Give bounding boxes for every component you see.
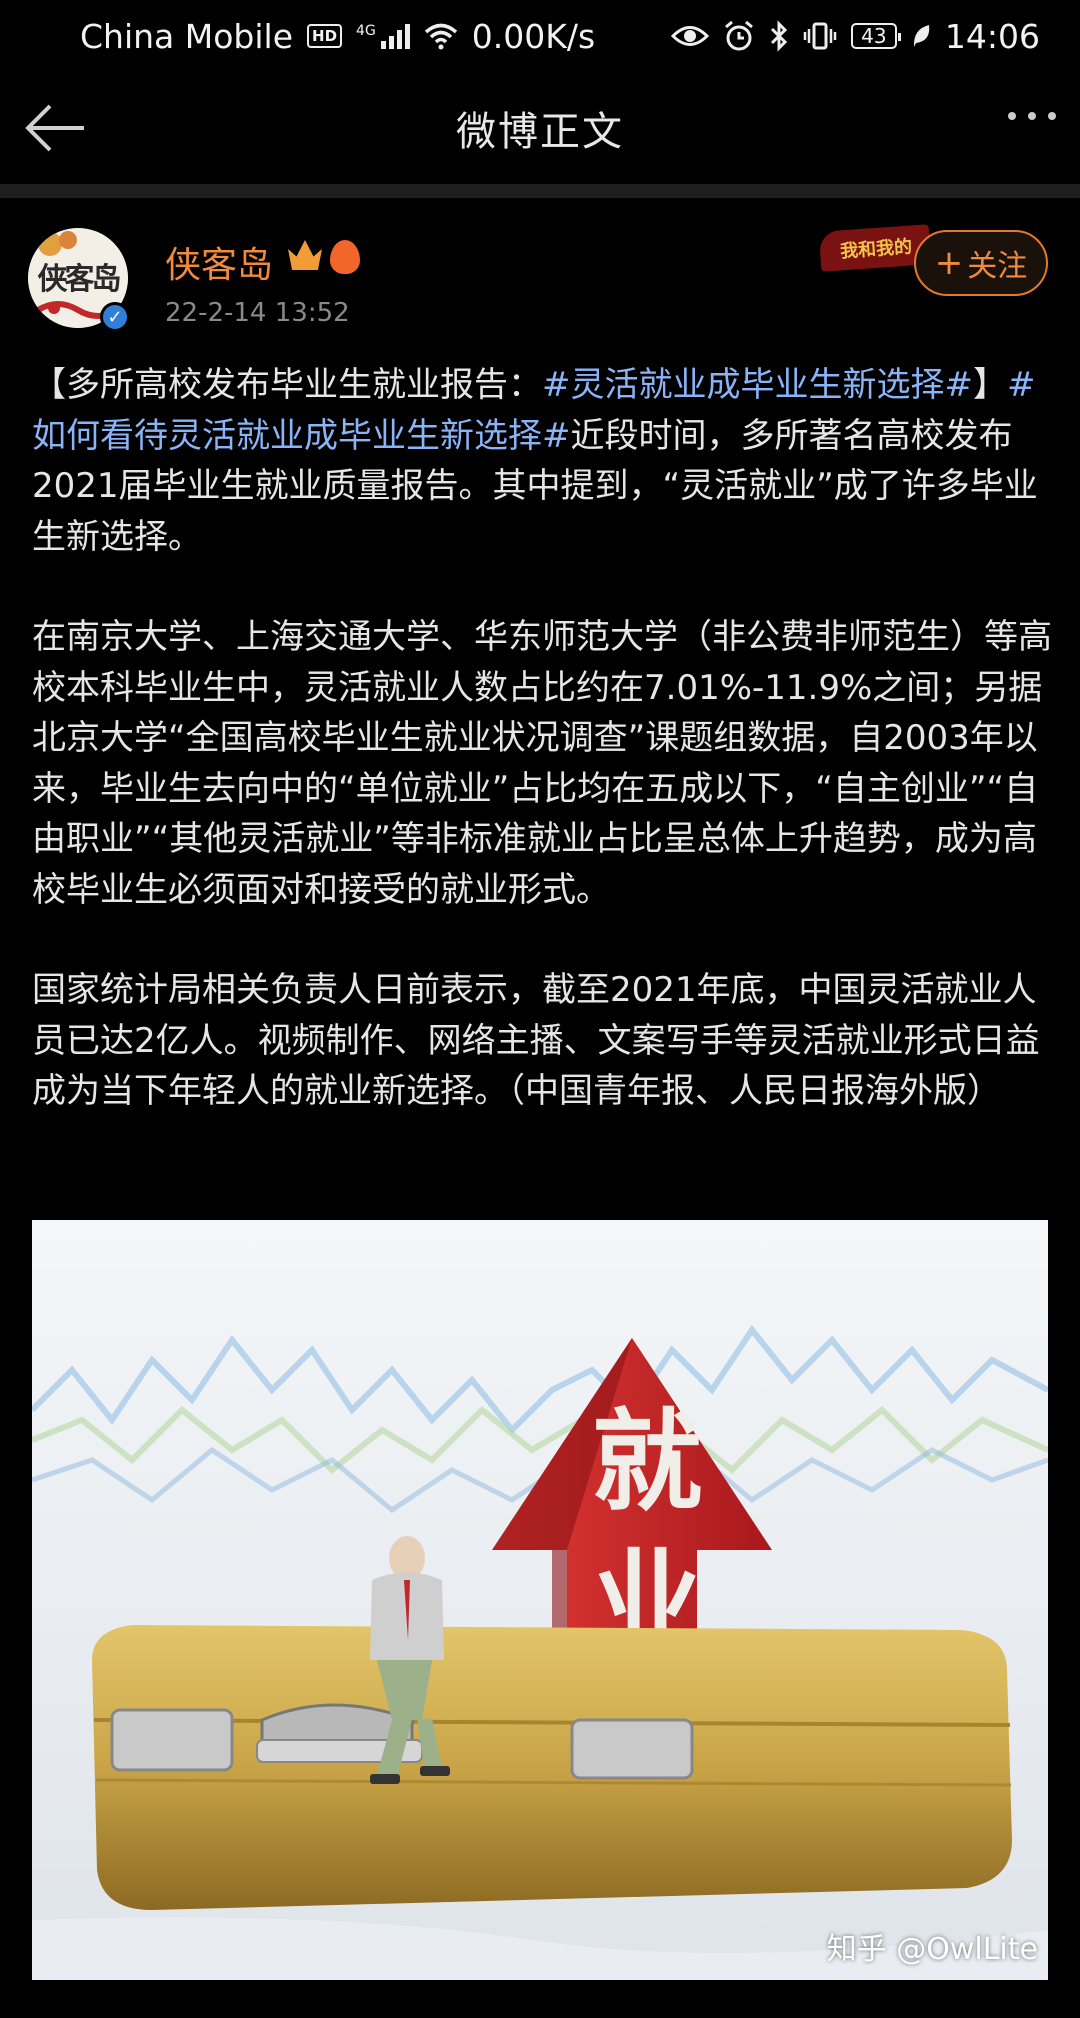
hashtag-link[interactable]: #灵活就业成毕业生新选择# (542, 365, 973, 405)
battery-level: 43 (861, 24, 887, 48)
follow-decoration-text: 我和我的 (839, 236, 913, 263)
follow-button[interactable]: + 关注 (914, 230, 1048, 296)
fire-badge-icon (330, 240, 360, 274)
back-arrow-icon[interactable] (20, 96, 90, 160)
battery-icon: 43 (850, 23, 901, 49)
arrow-char-1: 就 (592, 1397, 702, 1526)
post-paragraph-3: 国家统计局相关负责人日前表示，截至2021年底，中国灵活就业人员已达2亿人。视频… (32, 970, 1040, 1111)
cell-signal-icon: 4G (356, 23, 410, 49)
verified-badge-icon: ✓ (100, 302, 130, 332)
avatar-logo-text: 侠客岛 (37, 262, 122, 297)
clock: 14:06 (944, 16, 1040, 56)
eye-icon (670, 26, 709, 46)
follow-label: 关注 (967, 249, 1028, 284)
post-text: 【多所高校发布毕业生就业报告： (32, 365, 542, 405)
post-text: 】 (972, 365, 1007, 405)
more-options-icon[interactable] (1008, 112, 1056, 120)
bluetooth-icon (770, 20, 788, 52)
alarm-icon (724, 20, 753, 51)
author-header: 侠客岛 ✓ 侠客岛 22-2-14 13:52 我和我的 + 关注 (0, 198, 1080, 348)
plus-icon: + (934, 243, 964, 283)
network-type-label: 4G (356, 23, 376, 39)
author-badges (288, 240, 360, 274)
crown-badge-icon (288, 240, 322, 270)
employment-illustration: 就 业 (32, 1220, 1048, 1980)
header-divider (0, 184, 1080, 198)
post-paragraph-2: 在南京大学、上海交通大学、华东师范大学（非公费非师范生）等高校本科毕业生中，灵活… (32, 617, 1052, 910)
leaf-icon (913, 25, 930, 47)
watermark: 知乎 @OwlLite (826, 1932, 1038, 1967)
status-bar: China Mobile HD 4G 0.00K/s 43 14:06 (0, 0, 1080, 72)
author-name[interactable]: 侠客岛 (165, 236, 273, 288)
page-title: 微博正文 (456, 109, 624, 155)
status-bar-left: China Mobile HD 4G 0.00K/s (80, 17, 595, 56)
vibrate-icon (803, 22, 837, 50)
hd-badge: HD (307, 24, 343, 48)
wifi-icon (424, 23, 457, 50)
carrier-label: China Mobile (80, 16, 294, 56)
post-image[interactable]: 就 业 知乎 @OwlLite (32, 1220, 1048, 1980)
nav-bar: 微博正文 (0, 72, 1080, 184)
status-bar-right: 43 14:06 (670, 16, 1040, 56)
post-content: 【多所高校发布毕业生就业报告：#灵活就业成毕业生新选择#】#如何看待灵活就业成毕… (32, 360, 1052, 1117)
post-paragraph-1: 【多所高校发布毕业生就业报告：#灵活就业成毕业生新选择#】#如何看待灵活就业成毕… (32, 360, 1052, 562)
post-timestamp: 22-2-14 13:52 (165, 298, 350, 328)
network-speed: 0.00K/s (471, 16, 596, 56)
